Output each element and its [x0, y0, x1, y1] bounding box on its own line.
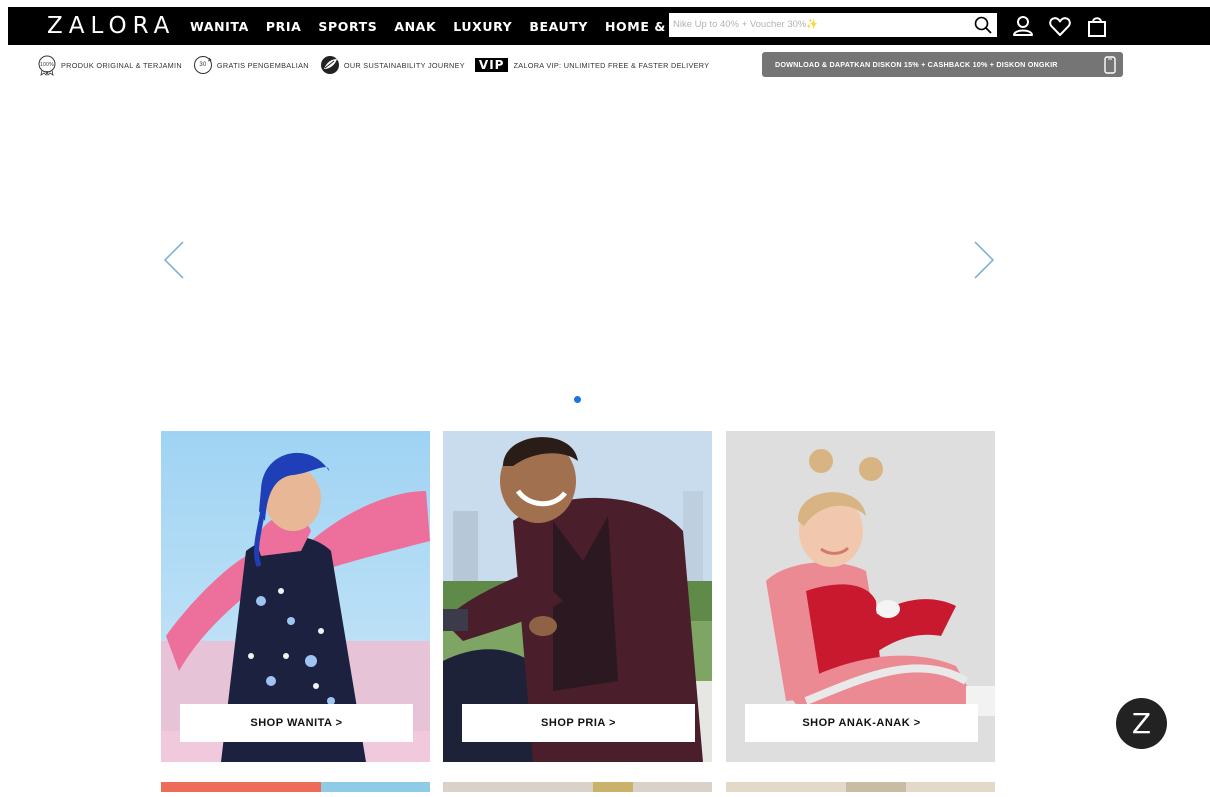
- usp-returns-label: GRATIS PENGEMBALIAN: [216, 60, 309, 70]
- nav-pria[interactable]: PRIA: [266, 19, 302, 34]
- category-tile-row2-3[interactable]: [726, 779, 995, 792]
- usp-sustainability-label: OUR SUSTAINABILITY JOURNEY: [343, 60, 465, 70]
- top-navbar: ZALORA WANITA PRIA SPORTS ANAK LUXURY BE…: [8, 7, 1210, 45]
- search-input[interactable]: [669, 13, 973, 35]
- row2-photo-1: [161, 782, 430, 792]
- usp-original-label: PRODUK ORIGINAL & TERJAMIN: [61, 60, 182, 70]
- carousel-dot-active[interactable]: [574, 396, 581, 403]
- bag-icon[interactable]: [1082, 11, 1112, 41]
- download-app-button[interactable]: DOWNLOAD & DAPATKAN DISKON 15% + CASHBAC…: [762, 52, 1123, 77]
- sustainability-icon: [319, 54, 341, 76]
- hero-carousel[interactable]: [161, 85, 997, 415]
- phone-icon: [1104, 56, 1116, 76]
- nav-beauty[interactable]: BEAUTY: [529, 19, 588, 34]
- category-tile-row2-1[interactable]: [161, 779, 430, 792]
- shop-wanita-button[interactable]: SHOP WANITA >: [180, 704, 413, 742]
- account-icon[interactable]: [1008, 11, 1038, 41]
- usp-bar: 100% PRODUK ORIGINAL & TERJAMIN 30 GRATI…: [36, 52, 719, 78]
- nav-sports[interactable]: SPORTS: [318, 19, 377, 34]
- nav-wanita[interactable]: WANITA: [190, 19, 249, 34]
- usp-vip-label: ZALORA VIP: UNLIMITED FREE & FASTER DELI…: [513, 60, 710, 70]
- shop-pria-button[interactable]: SHOP PRIA >: [462, 704, 695, 742]
- nav-luxury[interactable]: LUXURY: [453, 19, 512, 34]
- vip-badge: VIP: [474, 58, 509, 72]
- row2-photo-3: [726, 782, 995, 792]
- category-tile-pria[interactable]: SHOP PRIA >: [443, 431, 712, 762]
- usp-returns[interactable]: 30 GRATIS PENGEMBALIAN: [192, 54, 309, 76]
- shop-anak-button[interactable]: SHOP ANAK-ANAK >: [745, 704, 978, 742]
- usp-original[interactable]: 100% PRODUK ORIGINAL & TERJAMIN: [36, 54, 182, 76]
- category-tile-wanita[interactable]: SHOP WANITA >: [161, 431, 430, 762]
- nav-anak[interactable]: ANAK: [394, 19, 436, 34]
- zalora-logo[interactable]: ZALORA: [47, 11, 175, 41]
- header-icons: [1008, 7, 1119, 45]
- category-tile-anak[interactable]: SHOP ANAK-ANAK >: [726, 431, 995, 762]
- search-icon[interactable]: [973, 15, 993, 35]
- svg-text:30: 30: [199, 62, 207, 68]
- carousel-prev-icon[interactable]: [161, 240, 191, 280]
- search-box: [669, 13, 997, 37]
- wishlist-icon[interactable]: [1045, 11, 1075, 41]
- chat-button[interactable]: Z: [1116, 698, 1167, 749]
- download-app-label: DOWNLOAD & DAPATKAN DISKON 15% + CASHBAC…: [775, 60, 1058, 69]
- original-badge-icon: 100%: [36, 54, 58, 76]
- usp-vip[interactable]: VIP ZALORA VIP: UNLIMITED FREE & FASTER …: [474, 58, 710, 72]
- svg-text:100%: 100%: [40, 62, 54, 68]
- row2-photo-2: [443, 782, 712, 792]
- carousel-next-icon[interactable]: [967, 240, 997, 280]
- returns-icon: 30: [192, 54, 214, 76]
- usp-sustainability[interactable]: OUR SUSTAINABILITY JOURNEY: [319, 54, 465, 76]
- category-tile-row2-2[interactable]: [443, 779, 712, 792]
